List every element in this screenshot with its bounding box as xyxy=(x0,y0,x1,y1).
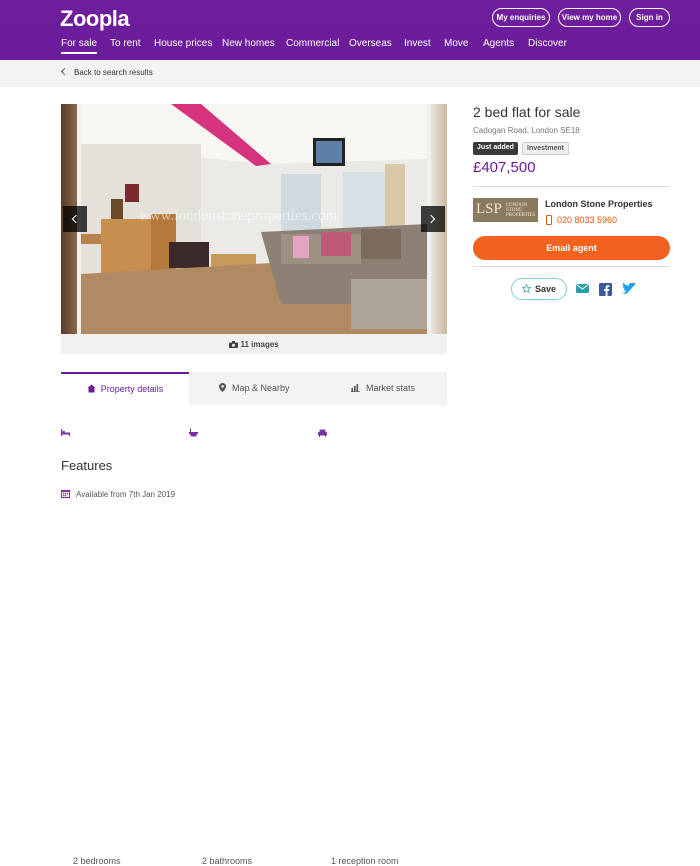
nav-agents[interactable]: Agents xyxy=(483,38,514,49)
email-share-icon[interactable] xyxy=(576,283,589,294)
nav-for-sale[interactable]: For sale xyxy=(61,38,98,54)
star-icon xyxy=(522,284,531,294)
tab-market-stats-label: Market stats xyxy=(366,383,416,393)
agent-phone[interactable]: 020 8033 5960 xyxy=(557,215,617,225)
property-tabs: Property details Map & Nearby Market sta… xyxy=(61,372,447,405)
sofa-icon xyxy=(318,429,327,437)
investment-badge: Investment xyxy=(522,142,569,155)
listing-price: £407,500 xyxy=(473,159,536,176)
my-enquiries-button[interactable]: My enquiries xyxy=(492,8,550,27)
image-count-label: 11 images xyxy=(240,340,279,349)
nav-overseas[interactable]: Overseas xyxy=(349,38,392,49)
breadcrumb-bar: Back to search results xyxy=(0,60,700,87)
tab-market-stats[interactable]: Market stats xyxy=(351,372,415,405)
nav-discover[interactable]: Discover xyxy=(528,38,567,49)
chevron-left-icon xyxy=(60,67,69,76)
map-pin-icon xyxy=(219,383,226,393)
save-label: Save xyxy=(535,284,557,294)
features-heading: Features xyxy=(61,458,113,473)
feature-item: Available from 7th Jan 2019 xyxy=(61,490,175,499)
nav-to-rent[interactable]: To rent xyxy=(110,38,141,49)
agent-logo-text: LONDON STONE PROPERTIES xyxy=(506,203,536,218)
back-to-results-label: Back to search results xyxy=(74,68,153,77)
next-photo-button[interactable] xyxy=(421,206,445,232)
phone-icon xyxy=(546,215,552,225)
zoopla-logo[interactable]: Zoopla xyxy=(60,6,130,32)
agent-logo-letters: LSP xyxy=(476,201,502,217)
image-count[interactable]: 11 images xyxy=(61,340,447,349)
nav-new-homes[interactable]: New homes xyxy=(222,38,275,49)
nav-commercial[interactable]: Commercial xyxy=(286,38,339,49)
tab-map-nearby-label: Map & Nearby xyxy=(232,383,290,393)
nav-house-prices[interactable]: House prices xyxy=(154,38,212,49)
previous-photo-button[interactable] xyxy=(63,206,87,232)
photo-watermark: www.londonstoneproperties.com xyxy=(139,208,338,224)
nav-move[interactable]: Move xyxy=(444,38,468,49)
back-to-results-link[interactable]: Back to search results xyxy=(60,67,153,77)
agent-name[interactable]: London Stone Properties xyxy=(545,199,653,209)
calendar-icon xyxy=(61,490,70,499)
just-added-badge: Just added xyxy=(473,142,518,155)
tab-property-details[interactable]: Property details xyxy=(61,372,189,405)
bathrooms-fact: 2 bathrooms xyxy=(189,428,252,866)
bedrooms-label: 2 bedrooms xyxy=(73,856,121,866)
tab-map-nearby[interactable]: Map & Nearby xyxy=(219,372,290,405)
bathrooms-label: 2 bathrooms xyxy=(202,856,253,866)
bed-icon xyxy=(61,429,70,437)
bath-icon xyxy=(189,428,198,437)
bar-chart-icon xyxy=(351,384,360,393)
divider xyxy=(473,266,670,267)
twitter-icon[interactable] xyxy=(622,283,636,295)
reception-label: 1 reception room xyxy=(331,856,399,866)
listing-title: 2 bed flat for sale xyxy=(473,104,581,120)
facebook-icon[interactable] xyxy=(599,283,612,296)
nav-invest[interactable]: Invest xyxy=(404,38,431,49)
reception-fact: 1 reception room xyxy=(318,428,399,866)
house-icon xyxy=(87,384,96,393)
agent-logo[interactable]: LSP LONDON STONE PROPERTIES xyxy=(473,198,538,222)
divider xyxy=(473,186,670,187)
save-button[interactable]: Save xyxy=(511,278,567,300)
photo-gallery: www.londonstoneproperties.com 11 images xyxy=(61,104,447,354)
tab-property-details-label: Property details xyxy=(100,384,164,394)
main-nav: For sale To rent House prices New homes … xyxy=(0,38,700,60)
email-agent-button[interactable]: Email agent xyxy=(473,236,670,260)
view-my-home-button[interactable]: View my home xyxy=(558,8,621,27)
site-header: Zoopla My enquiries View my home Sign in… xyxy=(0,0,700,60)
listing-address: Cadogan Road, London SE18 xyxy=(473,126,580,135)
sign-in-button[interactable]: Sign in xyxy=(629,8,670,27)
bedrooms-fact: 2 bedrooms xyxy=(61,428,121,866)
camera-icon xyxy=(229,341,239,349)
feature-item-label: Available from 7th Jan 2019 xyxy=(76,490,176,499)
